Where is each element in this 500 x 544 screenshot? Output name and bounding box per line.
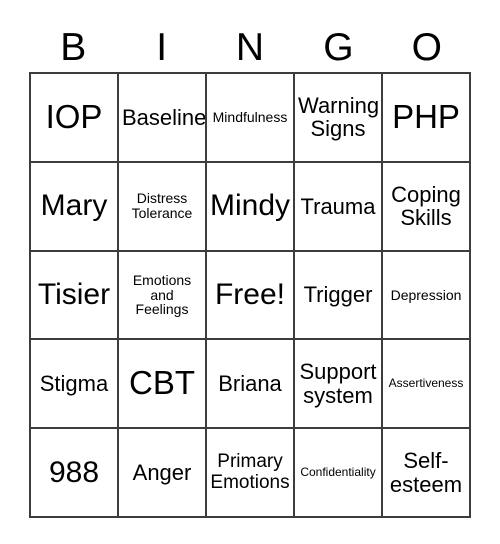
bingo-cell-label: Mindy <box>210 189 291 223</box>
bingo-cell-r1c2[interactable]: Baseline <box>119 74 207 163</box>
bingo-cell-r5c4[interactable]: Confidentiality <box>295 429 383 518</box>
bingo-cell-r3c4[interactable]: Trigger <box>295 251 383 341</box>
bingo-cell-label: Free! <box>214 278 286 312</box>
bingo-cell-r3c5[interactable]: Depression <box>383 251 471 341</box>
bingo-cell-label: Primary Emotions <box>210 451 290 493</box>
bingo-cell-label: Trauma <box>300 193 376 219</box>
bingo-cell-label: CBT <box>129 364 195 402</box>
bingo-header-letter-b: B <box>60 25 87 69</box>
bingo-cell-label: Self- esteem <box>389 448 463 497</box>
bingo-cell-r2c3[interactable]: Mindy <box>207 162 295 252</box>
bingo-cell-label: Anger <box>132 459 192 485</box>
bingo-cell-label: Stigma <box>39 371 109 397</box>
bingo-cell-label: Baseline <box>122 104 207 130</box>
bingo-cell-r1c1[interactable]: IOP <box>31 74 119 163</box>
bingo-cell-r4c4[interactable]: Support system <box>295 340 383 430</box>
bingo-cell-r5c2[interactable]: Anger <box>119 429 207 518</box>
bingo-cell-label: Assertiveness <box>388 376 464 391</box>
bingo-cell-r2c2[interactable]: Distress Tolerance <box>119 162 207 252</box>
bingo-cell-label: Trigger <box>303 282 373 308</box>
bingo-cell-r4c1[interactable]: Stigma <box>31 340 119 430</box>
bingo-cell-r1c4[interactable]: Warning Signs <box>295 74 383 163</box>
bingo-cell-label: Distress Tolerance <box>131 190 193 222</box>
bingo-header-letter-n: N <box>235 25 265 69</box>
bingo-cell-r2c1[interactable]: Mary <box>31 162 119 252</box>
bingo-header-letter-i: I <box>156 25 168 69</box>
bingo-header-letter-o: O <box>411 25 442 69</box>
bingo-cell-r3c2[interactable]: Emotions and Feelings <box>119 251 207 341</box>
bingo-grid: IOP Baseline Mindfulness Warning Signs P… <box>29 72 471 518</box>
bingo-header-letter-g: G <box>323 25 354 69</box>
bingo-header-row: B I N G O <box>29 22 471 72</box>
bingo-cell-label: 988 <box>48 455 100 489</box>
bingo-cell-r3c1[interactable]: Tisier <box>31 251 119 341</box>
bingo-card: B I N G O IOP Baseline Mindfulness Warni… <box>0 0 500 544</box>
bingo-cell-r1c3[interactable]: Mindfulness <box>207 74 295 163</box>
bingo-cell-label: Warning Signs <box>298 93 380 142</box>
bingo-cell-label: Mindfulness <box>212 108 288 125</box>
bingo-cell-r2c5[interactable]: Coping Skills <box>383 162 471 252</box>
bingo-cell-label: Emotions and Feelings <box>132 271 192 318</box>
bingo-cell-label: IOP <box>45 97 103 135</box>
bingo-cell-label: Support system <box>299 359 377 408</box>
bingo-cell-r5c3[interactable]: Primary Emotions <box>207 429 295 518</box>
bingo-cell-label: Mary <box>40 189 108 223</box>
bingo-cell-label: Tisier <box>37 278 111 312</box>
bingo-cell-r5c5[interactable]: Self- esteem <box>383 429 471 518</box>
bingo-cell-label: Depression <box>390 286 462 303</box>
bingo-cell-r4c5[interactable]: Assertiveness <box>383 340 471 430</box>
bingo-cell-free-space[interactable]: Free! <box>207 251 295 341</box>
bingo-cell-r4c3[interactable]: Briana <box>207 340 295 430</box>
bingo-cell-label: Confidentiality <box>300 465 376 480</box>
bingo-cell-label: Coping Skills <box>391 181 461 231</box>
bingo-cell-r5c1[interactable]: 988 <box>31 429 119 518</box>
bingo-cell-r1c5[interactable]: PHP <box>383 74 471 163</box>
bingo-cell-r4c2[interactable]: CBT <box>119 340 207 430</box>
bingo-cell-label: PHP <box>392 97 460 135</box>
bingo-cell-r2c4[interactable]: Trauma <box>295 162 383 252</box>
bingo-cell-label: Briana <box>218 371 282 397</box>
